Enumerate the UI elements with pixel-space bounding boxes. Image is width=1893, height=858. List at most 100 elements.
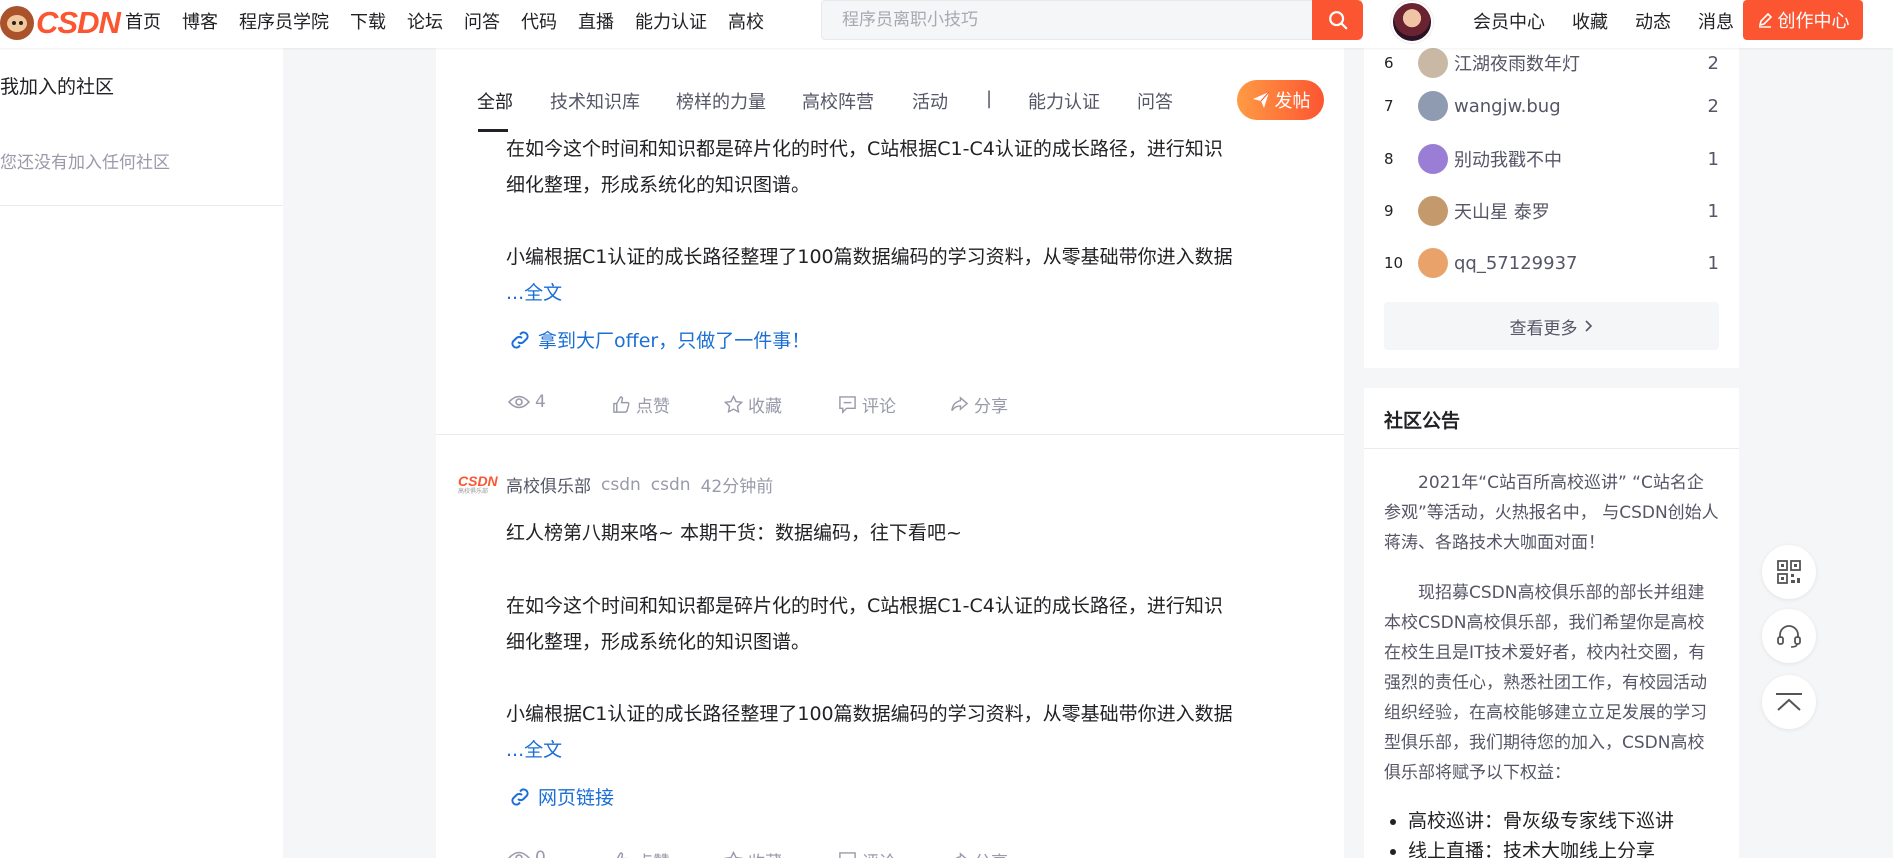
vip-center-link[interactable]: 会员中心 [1473,8,1545,34]
see-more-button[interactable]: 查看更多 [1384,302,1719,350]
post-divider [436,434,1344,435]
notice-paragraph: 现招募CSDN高校俱乐部的部长并组建本校CSDN高校俱乐部，我们希望你是高校在校… [1384,583,1707,783]
share-button[interactable]: 分享 [950,848,1008,858]
rank-name[interactable]: 天山星 泰罗 [1454,198,1699,224]
rank-row[interactable]: 7 wangjw.bug 2 [1384,89,1719,123]
search-icon [1328,11,1347,30]
notice-list-item: 高校巡讲：骨灰级专家线下巡讲 [1408,806,1674,836]
create-center-button[interactable]: 创作中心 [1743,0,1863,40]
rank-row[interactable]: 9 天山星 泰罗 1 [1384,194,1719,228]
eye-icon [508,851,530,858]
favorite-label: 收藏 [748,397,782,417]
nav-blog[interactable]: 博客 [182,8,218,34]
post-tag[interactable]: csdn [601,475,641,495]
share-icon [955,852,967,858]
nav-home[interactable]: 首页 [125,8,161,34]
nav-forum[interactable]: 论坛 [407,8,443,34]
see-more-label: 查看更多 [1509,318,1578,339]
user-links: 会员中心 收藏 动态 消息 [1473,0,1761,42]
read-full-link[interactable]: ...全文 [506,278,562,305]
rank-name[interactable]: qq_57129937 [1454,253,1699,274]
rank-count: 1 [1707,200,1719,222]
monkey-logo-icon [0,6,34,40]
tab-all[interactable]: 全部 [477,88,513,114]
share-label: 分享 [974,848,1008,858]
rank-number: 7 [1384,97,1394,115]
rank-row[interactable]: 6 江湖夜雨数年灯 2 [1384,46,1719,80]
thumbs-up-icon [613,396,630,413]
post-author[interactable]: 高校俱乐部 [506,472,591,497]
nav-qa[interactable]: 问答 [464,8,500,34]
search-button[interactable] [1312,0,1363,40]
rank-avatar[interactable] [1418,248,1448,278]
comment-label: 评论 [862,848,896,858]
left-panel: 我加入的社区 您还没有加入任何社区 [0,48,283,858]
share-icon [951,396,969,412]
tab-qa[interactable]: 问答 [1137,88,1173,114]
post-body-line: 小编根据C1认证的成长路径整理了100篇数据编码的学习资料，从零基础带你进入数据 [506,246,1233,268]
nav-download[interactable]: 下载 [350,8,386,34]
post-time: 42分钟前 [700,477,774,497]
link-icon [511,330,529,349]
rank-row[interactable]: 8 别动我戳不中 1 [1384,142,1719,176]
nav-live[interactable]: 直播 [578,8,614,34]
tab-knowledge-base[interactable]: 技术知识库 [550,88,640,114]
rank-avatar[interactable] [1418,91,1448,121]
rank-row[interactable]: 10 qq_57129937 1 [1384,246,1719,280]
search-input[interactable] [822,1,1361,39]
notice-title: 社区公告 [1384,410,1461,432]
nav-code[interactable]: 代码 [521,8,557,34]
tab-certification[interactable]: 能力认证 [1028,88,1100,114]
main-nav: 首页 博客 程序员学院 下载 论坛 问答 代码 直播 能力认证 高校 [125,0,785,42]
favorites-link[interactable]: 收藏 [1572,8,1608,34]
post-tag[interactable]: csdn [651,475,691,495]
new-post-button[interactable]: 发帖 [1237,80,1324,120]
nav-academy[interactable]: 程序员学院 [239,8,329,34]
customer-service-button[interactable] [1762,609,1816,663]
logo-text: CSDN [36,5,121,40]
nav-college[interactable]: 高校 [728,8,764,34]
share-button[interactable]: 分享 [950,392,1008,417]
favorite-label: 收藏 [748,848,782,858]
tab-role-models[interactable]: 榜样的力量 [676,88,766,114]
tab-activities[interactable]: 活动 [912,88,948,114]
favorite-button[interactable]: 收藏 [724,392,782,417]
rank-name[interactable]: 江湖夜雨数年灯 [1454,50,1699,76]
tab-college-camp[interactable]: 高校阵营 [802,88,874,114]
qr-code-icon [1777,560,1801,584]
read-full-link[interactable]: ...全文 [506,735,562,762]
post-title[interactable]: 红人榜第八期来咯~ 本期干货：数据编码，往下看吧~ [506,518,962,545]
rank-avatar[interactable] [1418,48,1448,78]
comment-button[interactable]: 评论 [838,392,896,417]
nav-certification[interactable]: 能力认证 [635,8,707,34]
college-club-logo[interactable]: CSDN 高校俱乐部 [458,474,498,496]
user-avatar[interactable] [1391,1,1433,43]
link-icon [511,787,529,806]
post-web-link[interactable]: 网页链接 [508,783,614,810]
comment-icon [839,396,856,414]
ranking-card: 6 江湖夜雨数年灯 2 7 wangjw.bug 2 8 别动我戳不中 1 9 … [1364,48,1739,368]
like-button[interactable]: 点赞 [612,848,670,858]
rank-avatar[interactable] [1418,144,1448,174]
rank-name[interactable]: 别动我戳不中 [1454,146,1699,172]
pen-icon [1758,12,1772,28]
thumbs-up-icon [616,852,629,858]
share-label: 分享 [974,397,1008,417]
headset-icon [1777,625,1801,648]
top-navigation-bar: CSDN 首页 博客 程序员学院 下载 论坛 问答 代码 直播 能力认证 高校 … [0,0,1893,48]
back-to-top-button[interactable] [1762,675,1816,729]
rank-avatar[interactable] [1418,196,1448,226]
post-body-line: 细化整理，形成系统化的知识图谱。 [506,631,811,653]
search-box [821,0,1362,40]
post-web-link[interactable]: 拿到大厂offer，只做了一件事！ [508,326,810,353]
activity-link[interactable]: 动态 [1635,8,1671,34]
favorite-button[interactable]: 收藏 [724,848,782,858]
messages-link[interactable]: 消息 [1698,8,1734,34]
like-label: 点赞 [636,397,670,417]
rank-name[interactable]: wangjw.bug [1454,96,1699,117]
qr-code-button[interactable] [1762,545,1816,599]
like-button[interactable]: 点赞 [612,392,670,417]
rank-count: 1 [1707,252,1719,274]
comment-button[interactable]: 评论 [838,848,896,858]
csdn-logo[interactable]: CSDN [0,5,121,40]
